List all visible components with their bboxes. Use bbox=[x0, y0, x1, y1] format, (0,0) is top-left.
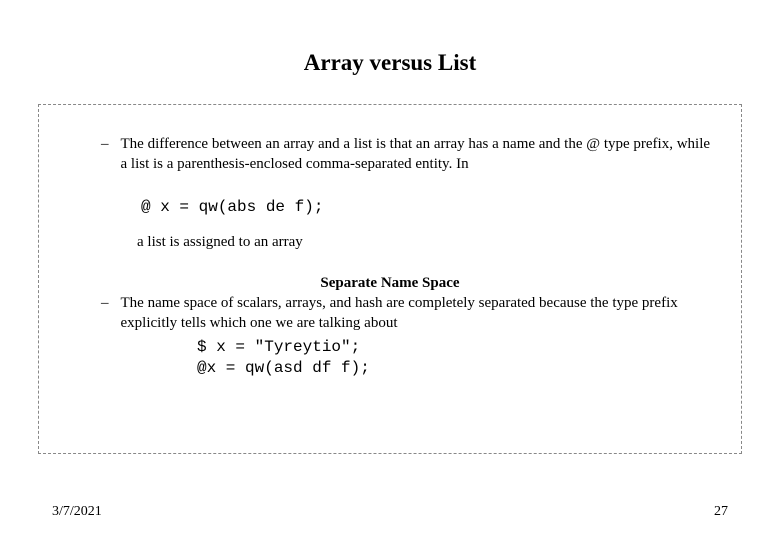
bullet-dash: – bbox=[69, 135, 121, 174]
slide-title: Array versus List bbox=[38, 50, 742, 76]
code-line-2: @x = qw(asd df f); bbox=[197, 358, 711, 379]
footer: 3/7/2021 27 bbox=[0, 504, 780, 520]
bullet-text: The difference between an array and a li… bbox=[121, 135, 712, 174]
code-block-1: @ x = qw(abs de f); bbox=[141, 198, 711, 216]
footer-date: 3/7/2021 bbox=[52, 504, 102, 520]
bullet-text: The name space of scalars, arrays, and h… bbox=[121, 294, 712, 333]
sub-text-1: a list is assigned to an array bbox=[137, 234, 711, 251]
bullet-dash: – bbox=[69, 294, 121, 333]
slide: Array versus List – The difference betwe… bbox=[0, 0, 780, 540]
footer-page: 27 bbox=[714, 504, 728, 520]
bullet-item-2: – The name space of scalars, arrays, and… bbox=[69, 294, 711, 333]
code-line-1: $ x = "Tyreytio"; bbox=[197, 337, 711, 358]
content-box: – The difference between an array and a … bbox=[38, 104, 742, 454]
bullet-item-1: – The difference between an array and a … bbox=[69, 135, 711, 174]
subheading: Separate Name Space bbox=[69, 275, 711, 292]
